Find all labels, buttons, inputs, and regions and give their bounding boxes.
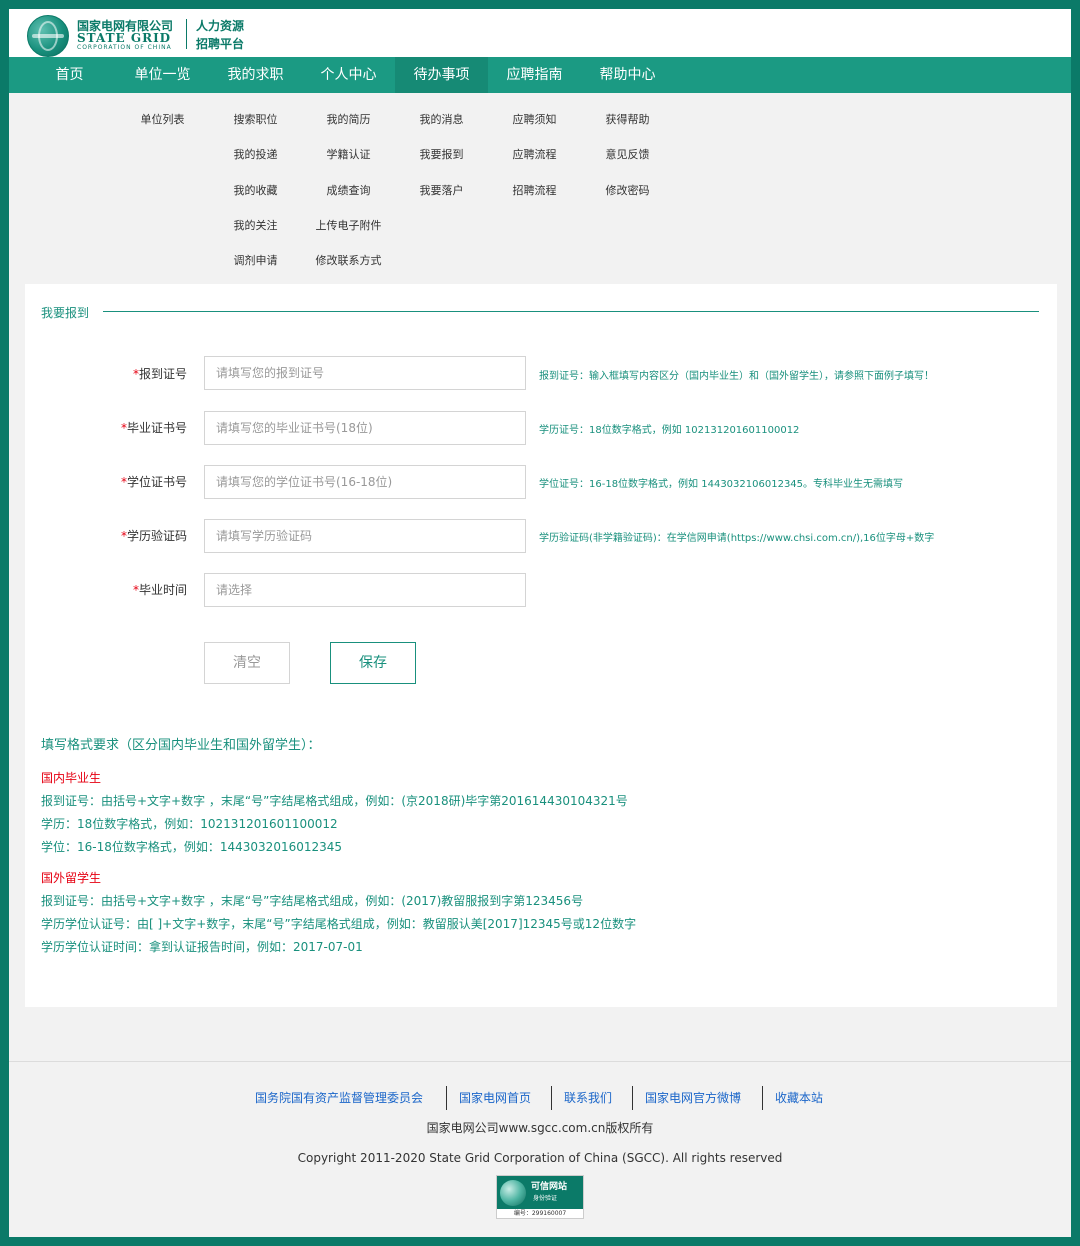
state-grid-logo-icon[interactable]: [27, 15, 69, 57]
trusted-site-subtitle: 身份验证: [533, 1195, 558, 1202]
submenu-settle[interactable]: 我要落户: [395, 182, 488, 198]
degree-number-input[interactable]: 请填写您的学位证书号(16-18位): [204, 465, 526, 499]
section-divider: [103, 311, 1039, 312]
submenu-application-process[interactable]: 应聘流程: [488, 146, 581, 162]
report-number-input[interactable]: 请填写您的报到证号: [204, 356, 526, 390]
report-number-label-text: 报到证号: [138, 367, 187, 381]
domestic-graduates-heading: 国内毕业生: [41, 771, 102, 785]
clear-button[interactable]: 清空: [204, 642, 290, 684]
submenu-feedback[interactable]: 意见反馈: [581, 146, 674, 162]
submenu-enrollment-verification[interactable]: 学籍认证: [302, 146, 395, 162]
domestic-requirement-line: 报到证号：由括号+文字+数字 ，末尾“号”字结尾格式组成，例如：(京2018研)…: [41, 794, 628, 808]
submenu-my-follows[interactable]: 我的关注: [209, 217, 302, 233]
diploma-number-label-text: 毕业证书号: [126, 421, 187, 435]
trusted-site-badge[interactable]: 可信网站 身份验证 编号：299160007: [496, 1175, 584, 1219]
domestic-requirement-line: 学历：18位数字格式，例如：102131201601100012: [41, 817, 338, 831]
submenu-report[interactable]: 我要报到: [395, 146, 488, 162]
submenu-score-query[interactable]: 成绩查询: [302, 182, 395, 198]
verification-code-hint: 学历验证码(非学籍验证码)：在学信网申请(https://www.chsi.co…: [539, 533, 935, 544]
submenu-search-jobs[interactable]: 搜索职位: [209, 111, 302, 127]
submenu-application-notice[interactable]: 应聘须知: [488, 111, 581, 127]
nav-help[interactable]: 帮助中心: [581, 57, 674, 93]
overseas-students-heading: 国外留学生: [41, 871, 102, 885]
site-header: 国家电网有限公司 STATE GRID CORPORATION OF CHINA…: [9, 9, 1071, 57]
main-nav: 首页 单位一览 我的求职 个人中心 待办事项 应聘指南 帮助中心: [9, 57, 1071, 93]
logo-en-text: STATE GRID: [77, 31, 172, 45]
footer-link-separator: [551, 1086, 552, 1110]
requirements-title: 填写格式要求（区分国内毕业生和国外留学生）：: [41, 738, 321, 753]
nav-submenu: 单位列表 搜索职位 我的投递 我的收藏 我的关注 调剂申请 我的简历 学籍认证 …: [9, 93, 1071, 268]
footer-link-separator: [632, 1086, 633, 1110]
nav-guide[interactable]: 应聘指南: [488, 57, 581, 93]
overseas-requirement-line: 学历学位认证号：由[ ]+文字+数字，末尾“号”字结尾格式组成，例如：教留服认美…: [41, 917, 637, 931]
degree-number-label-text: 学位证书号: [126, 475, 187, 489]
submenu-upload-attachments[interactable]: 上传电子附件: [302, 217, 395, 233]
graduation-date-label-text: 毕业时间: [138, 583, 187, 597]
graduation-date-picker[interactable]: 请选择: [204, 573, 526, 607]
verification-code-input[interactable]: 请填写学历验证码: [204, 519, 526, 553]
verification-code-label: *学历验证码: [47, 527, 187, 544]
page-frame: 国家电网有限公司 STATE GRID CORPORATION OF CHINA…: [9, 9, 1071, 1237]
submenu-get-help[interactable]: 获得帮助: [581, 111, 674, 127]
report-number-hint: 报到证号：输入框填写内容区分（国内毕业生）和（国外留学生），请参照下面例子填写！: [539, 371, 934, 382]
submenu-change-password[interactable]: 修改密码: [581, 182, 674, 198]
degree-number-hint: 学位证号：16-18位数字格式，例如 1443032106012345。专科毕业…: [539, 479, 904, 490]
logo-divider: [186, 19, 187, 49]
report-number-label: *报到证号: [47, 365, 187, 382]
footer-copyright-cn: 国家电网公司www.sgcc.com.cn版权所有: [426, 1121, 654, 1135]
save-button[interactable]: 保存: [330, 642, 416, 684]
domestic-requirement-line: 学位：16-18位数字格式，例如：1443032016012345: [41, 840, 343, 854]
nav-units[interactable]: 单位一览: [116, 57, 209, 93]
report-form-card: 我要报到 *报到证号 请填写您的报到证号 报到证号：输入框填写内容区分（国内毕业…: [25, 284, 1057, 1007]
submenu-recruitment-process[interactable]: 招聘流程: [488, 182, 581, 198]
footer-links: 国务院国有资产监督管理委员会 国家电网首页 联系我们 国家电网官方微博 收藏本站: [9, 1086, 1071, 1110]
footer-link-bookmark[interactable]: 收藏本站: [775, 1086, 823, 1110]
footer-copyright-en: Copyright 2011-2020 State Grid Corporati…: [297, 1151, 783, 1165]
diploma-number-hint: 学历证号：18位数字格式，例如 102131201601100012: [539, 425, 800, 436]
verification-code-label-text: 学历验证码: [126, 529, 187, 543]
submenu-my-applications[interactable]: 我的投递: [209, 146, 302, 162]
diploma-number-label: *毕业证书号: [47, 419, 187, 436]
submenu-my-messages[interactable]: 我的消息: [395, 111, 488, 127]
overseas-requirement-line: 学历学位认证时间：拿到认证报告时间，例如：2017-07-01: [41, 940, 363, 954]
nav-todo[interactable]: 待办事项: [395, 57, 488, 93]
submenu-change-contact[interactable]: 修改联系方式: [302, 252, 395, 268]
submenu-transfer-application[interactable]: 调剂申请: [209, 252, 302, 268]
submenu-my-resume[interactable]: 我的简历: [302, 111, 395, 127]
platform-title-line2: 招聘平台: [196, 37, 245, 51]
submenu-unit-list[interactable]: 单位列表: [116, 111, 209, 127]
trusted-site-code: 编号：299160007: [497, 1209, 583, 1218]
footer-divider: [9, 1061, 1071, 1062]
footer-link-sgcc-home[interactable]: 国家电网首页: [459, 1086, 531, 1110]
nav-personal-center[interactable]: 个人中心: [302, 57, 395, 93]
platform-title-line1: 人力资源: [196, 19, 245, 33]
graduation-date-label: *毕业时间: [47, 581, 187, 598]
footer-link-sasac[interactable]: 国务院国有资产监督管理委员会: [255, 1086, 423, 1110]
diploma-number-input[interactable]: 请填写您的毕业证书号(18位): [204, 411, 526, 445]
overseas-requirement-line: 报到证号：由括号+文字+数字 ，末尾“号”字结尾格式组成，例如：(2017)教留…: [41, 894, 584, 908]
logo-en-small-text: CORPORATION OF CHINA: [77, 44, 172, 51]
footer-link-contact[interactable]: 联系我们: [564, 1086, 612, 1110]
footer-link-separator: [446, 1086, 447, 1110]
nav-home[interactable]: 首页: [23, 57, 116, 93]
section-title: 我要报到: [41, 306, 90, 320]
nav-my-jobs[interactable]: 我的求职: [209, 57, 302, 93]
trusted-site-globe-icon: [500, 1180, 526, 1206]
submenu-my-favorites[interactable]: 我的收藏: [209, 182, 302, 198]
footer-link-separator: [762, 1086, 763, 1110]
degree-number-label: *学位证书号: [47, 473, 187, 490]
trusted-site-title: 可信网站: [531, 1182, 568, 1192]
footer-link-weibo[interactable]: 国家电网官方微博: [645, 1086, 741, 1110]
